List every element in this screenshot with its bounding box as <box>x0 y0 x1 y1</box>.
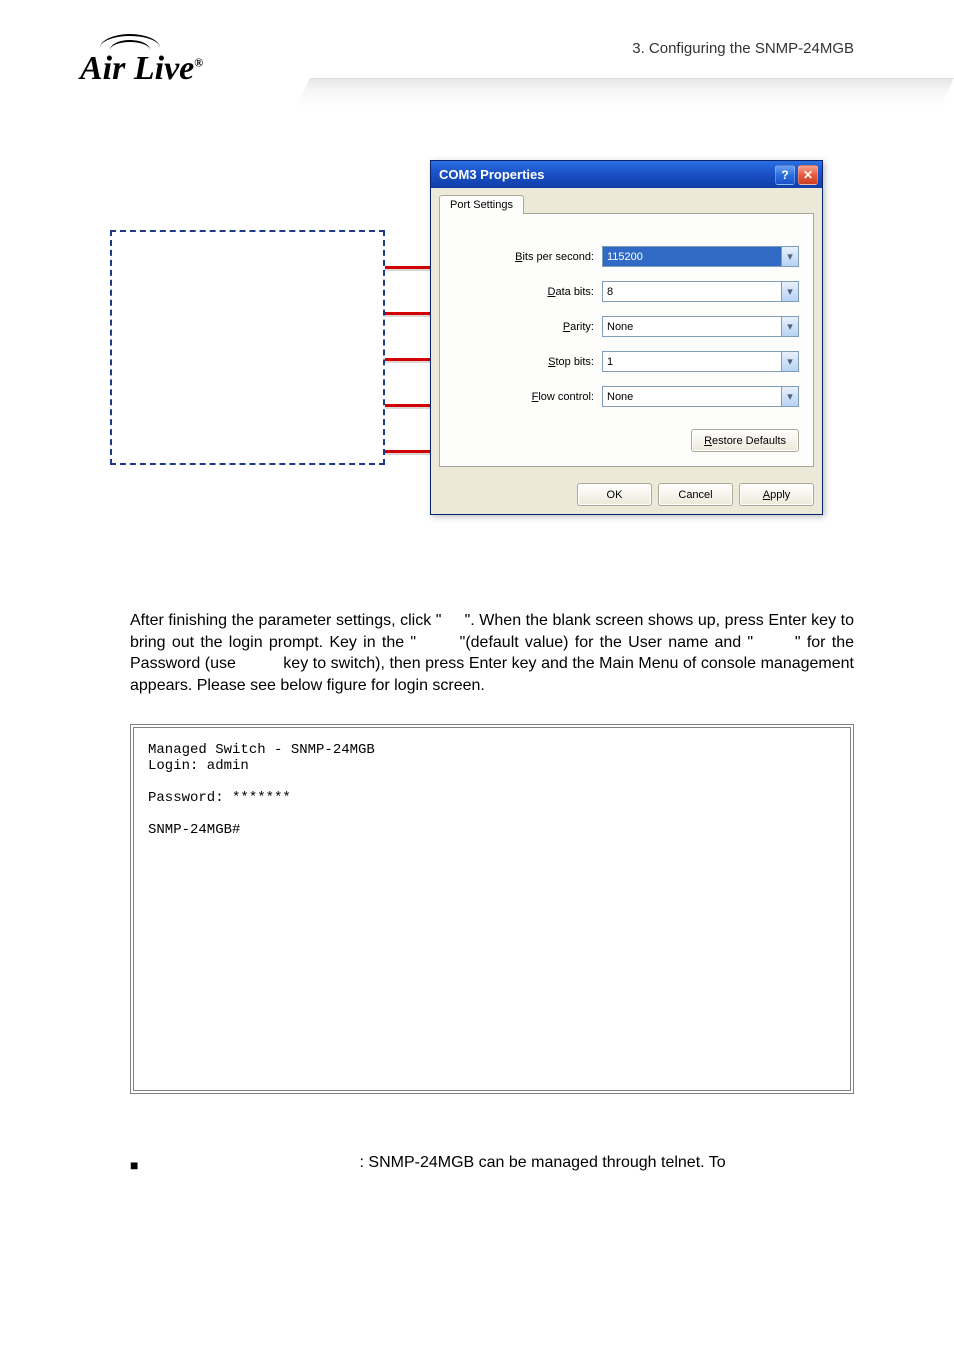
dialog-title: COM3 Properties <box>439 167 544 182</box>
select-value: None <box>607 391 633 403</box>
select-value: 115200 <box>607 251 643 263</box>
chapter-heading: 3. Configuring the SNMP-24MGB <box>632 40 854 57</box>
bullet-title: Telnet Management (CLI) <box>154 1154 343 1172</box>
ok-button[interactable]: OK <box>577 483 652 506</box>
label-parity: Parity: <box>454 321 594 333</box>
select-data-bits[interactable]: 8 ▾ <box>602 281 799 302</box>
label-flow-control: Flow control: <box>454 391 594 403</box>
com-properties-dialog: COM3 Properties ? ✕ Port Settings Bits p… <box>430 160 823 515</box>
label-stop-bits: Stop bits: <box>454 356 594 368</box>
bullet-telnet: ■ Telnet Management (CLI) : SNMP-24MGB c… <box>130 1154 854 1176</box>
bullet-text: : SNMP-24MGB can be managed through teln… <box>360 1154 854 1172</box>
tab-port-settings[interactable]: Port Settings <box>439 195 524 214</box>
help-button[interactable]: ? <box>775 165 795 185</box>
select-bits-per-second[interactable]: 115200 ▾ <box>602 246 799 267</box>
chevron-down-icon[interactable]: ▾ <box>781 247 798 266</box>
chevron-down-icon[interactable]: ▾ <box>781 282 798 301</box>
label-data-bits: Data bits: <box>454 286 594 298</box>
select-flow-control[interactable]: None ▾ <box>602 386 799 407</box>
select-value: 8 <box>607 286 613 298</box>
apply-button[interactable]: Apply <box>739 483 814 506</box>
titlebar: COM3 Properties ? ✕ <box>431 161 822 188</box>
label-bits-per-second: Bits per second: <box>454 251 594 263</box>
brand-logo: Air Live® <box>80 50 203 88</box>
bullet-square-icon: ■ <box>130 1154 138 1176</box>
select-parity[interactable]: None ▾ <box>602 316 799 337</box>
restore-defaults-button[interactable]: Restore Defaults <box>691 429 799 452</box>
terminal-text: Managed Switch - SNMP-24MGB Login: admin… <box>148 742 836 838</box>
close-button[interactable]: ✕ <box>798 165 818 185</box>
select-stop-bits[interactable]: 1 ▾ <box>602 351 799 372</box>
select-value: 1 <box>607 356 613 368</box>
tab-panel: Bits per second: 115200 ▾ Data bits: 8 ▾… <box>439 213 814 467</box>
instruction-paragraph: After finishing the parameter settings, … <box>130 610 854 696</box>
chevron-down-icon[interactable]: ▾ <box>781 317 798 336</box>
chevron-down-icon[interactable]: ▾ <box>781 387 798 406</box>
cancel-button[interactable]: Cancel <box>658 483 733 506</box>
header-divider <box>296 78 954 108</box>
terminal-screenshot: Managed Switch - SNMP-24MGB Login: admin… <box>130 724 854 1094</box>
select-value: None <box>607 321 633 333</box>
callout-box <box>110 230 385 465</box>
chevron-down-icon[interactable]: ▾ <box>781 352 798 371</box>
